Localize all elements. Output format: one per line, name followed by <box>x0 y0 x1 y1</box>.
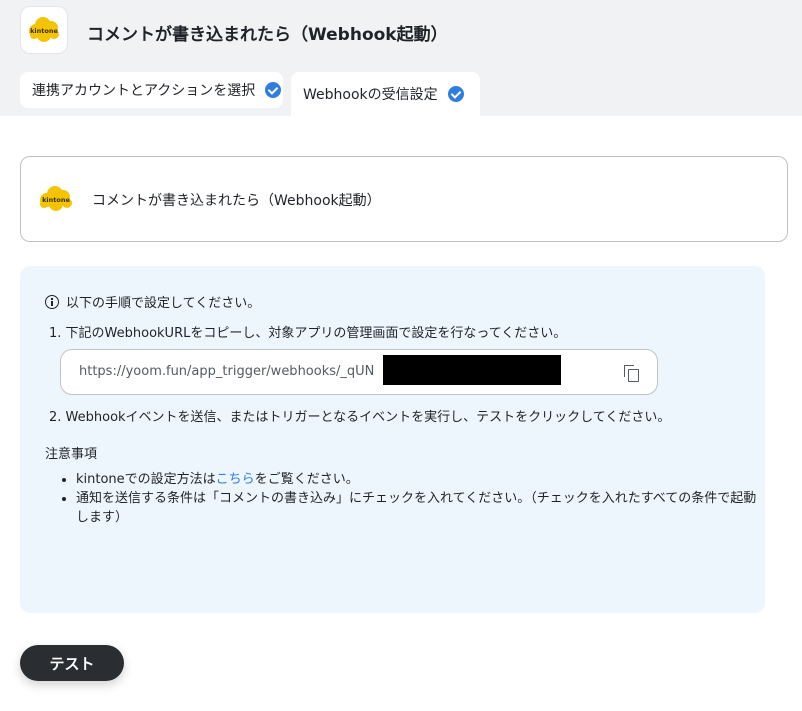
step-1-text: 1. 下記のWebhookURLをコピーし、対象アプリの管理画面で設定を行なって… <box>49 326 567 341</box>
header-area: kintone コメントが書き込まれたら（Webhook起動） 連携アカウントと… <box>0 0 802 116</box>
check-circle-icon <box>447 86 464 102</box>
tab-account-action[interactable]: 連携アカウントとアクションを選択 <box>20 72 283 108</box>
trigger-event-title: コメントが書き込まれたら（Webhook起動） <box>92 193 381 209</box>
note-item: 通知を送信する条件は「コメントの書き込み」にチェックを入れてください。（チェック… <box>76 489 766 527</box>
note-text: をご覧ください。 <box>254 472 359 487</box>
note-item: kintoneでの設定方法はこちらをご覧ください。 <box>76 470 766 489</box>
notes-list: kintoneでの設定方法はこちらをご覧ください。 通知を送信する条件は「コメン… <box>60 470 766 527</box>
tab-webhook-settings[interactable]: Webhookの受信設定 <box>291 72 480 116</box>
trigger-event-card[interactable]: kintone コメントが書き込まれたら（Webhook起動） <box>20 156 788 242</box>
kintone-logo: kintone <box>36 183 76 217</box>
webhook-url-text[interactable]: https://yoom.fun/app_trigger/webhooks/_q… <box>79 364 374 379</box>
step-2-text: 2. Webhookイベントを送信、またはトリガーとなるイベントを実行し、テスト… <box>49 410 671 425</box>
instructions-panel: 以下の手順で設定してください。 1. 下記のWebhookURLをコピーし、対象… <box>20 266 765 613</box>
tab-label: 連携アカウントとアクションを選択 <box>32 83 256 99</box>
page-title: コメントが書き込まれたら（Webhook起動） <box>87 25 448 45</box>
info-icon <box>45 294 59 309</box>
svg-text:kintone: kintone <box>30 27 58 35</box>
redacted-block <box>383 355 561 385</box>
svg-text:kintone: kintone <box>42 196 70 204</box>
instructions-heading: 以下の手順で設定してください。 <box>45 292 260 311</box>
test-button[interactable]: テスト <box>20 645 124 681</box>
check-circle-icon <box>265 82 282 98</box>
notes-heading: 注意事項 <box>45 447 98 462</box>
help-link[interactable]: こちら <box>216 472 255 487</box>
kintone-logo: kintone <box>20 6 68 54</box>
note-text: kintoneでの設定方法は <box>76 472 216 487</box>
copy-icon[interactable] <box>623 364 641 382</box>
tab-label: Webhookの受信設定 <box>303 87 438 103</box>
webhook-url-field[interactable]: https://yoom.fun/app_trigger/webhooks/_q… <box>60 349 658 395</box>
instructions-heading-text: 以下の手順で設定してください。 <box>66 296 261 311</box>
